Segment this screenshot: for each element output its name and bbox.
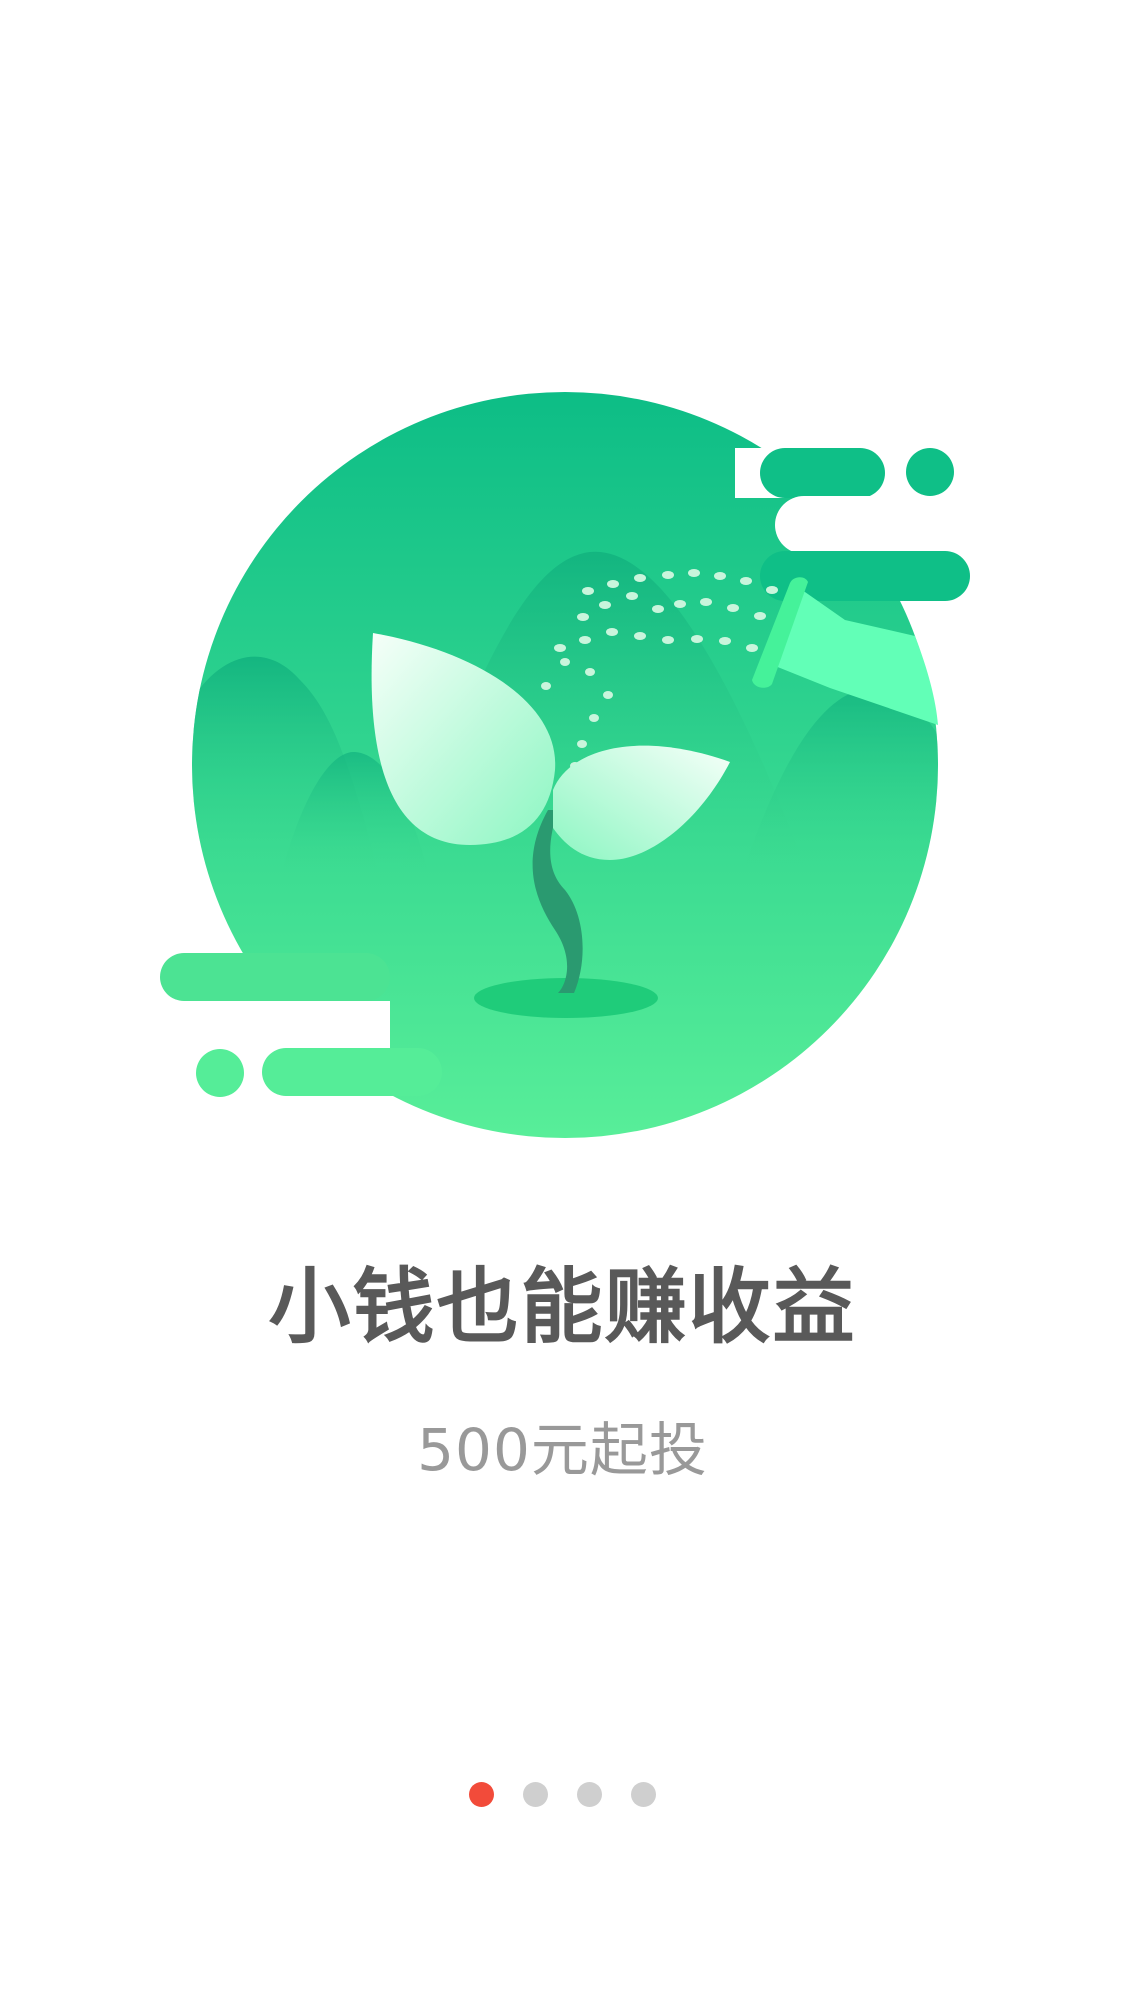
slide-title: 小钱也能赚收益 xyxy=(268,1260,857,1355)
page-dot-1[interactable] xyxy=(469,1782,494,1807)
page-dot-2[interactable] xyxy=(523,1782,548,1807)
page-dot-4[interactable] xyxy=(631,1782,656,1807)
page-indicator xyxy=(0,1782,1125,1808)
seedling-illustration xyxy=(0,0,1125,1200)
slide-subtitle: 500元起投 xyxy=(417,1416,708,1484)
page-dot-3[interactable] xyxy=(577,1782,602,1807)
